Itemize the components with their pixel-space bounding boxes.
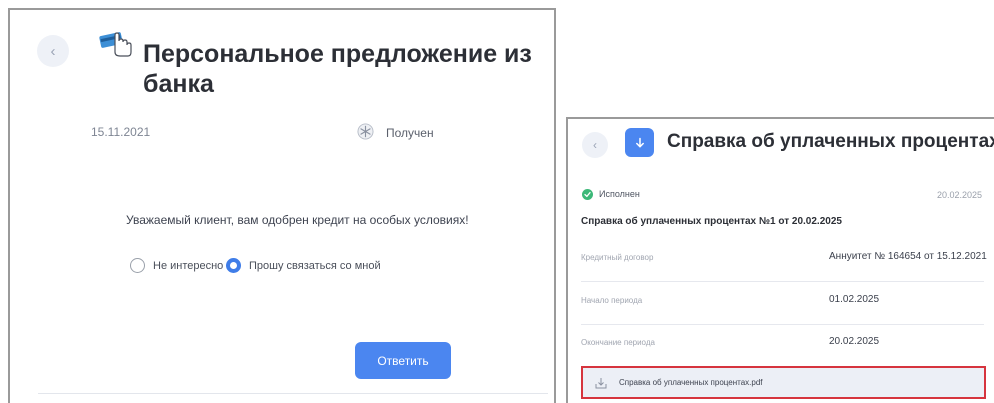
download-tile [625,128,654,157]
hand-card-icon [99,32,132,57]
chevron-left-icon: ‹ [50,42,56,60]
radio-contact-me[interactable] [226,258,241,273]
back-button[interactable]: ‹ [37,35,69,67]
info-row: Кредитный договор Аннуитет № 164654 от 1… [581,240,987,282]
option-label: Прошу связаться со мной [249,259,381,272]
page-title: Справка об уплаченных процентах [667,131,994,152]
info-value: 20.02.2025 [829,336,880,347]
certificate-date: 20.02.2025 [936,190,982,200]
offer-message: Уважаемый клиент, вам одобрен кредит на … [126,213,469,227]
file-name: Справка об уплаченных процентах.pdf [619,378,763,387]
snowflake-status-icon [357,123,374,140]
file-download-link[interactable]: Справка об уплаченных процентах.pdf [581,366,986,399]
option-not-interested[interactable]: Не интересно [130,258,223,273]
radio-not-interested[interactable] [130,258,145,273]
offer-panel: ‹ Персональное предложение из банка 15.1… [8,8,556,403]
offer-date: 15.11.2021 [91,125,151,139]
reply-button[interactable]: Ответить [355,342,451,379]
info-value: 01.02.2025 [829,294,880,305]
page-title: Персональное предложение из банка [143,40,532,98]
info-label: Окончание периода [581,338,655,347]
info-value: Аннуитет № 164654 от 15.12.2021 [829,251,987,262]
option-label: Не интересно [153,259,224,272]
back-button[interactable]: ‹ [582,132,608,158]
option-contact-me[interactable]: Прошу связаться со мной [226,258,381,273]
info-label: Кредитный договор [581,253,654,262]
download-icon [635,137,644,147]
certificate-panel: ‹ Справка об уплаченных процентах Исполн… [566,117,994,403]
info-label: Начало периода [581,296,643,305]
file-download-icon [595,377,607,388]
status-badge: Исполнен [599,189,640,199]
chevron-left-icon: ‹ [593,138,597,152]
divider [38,393,548,394]
check-circle-icon [582,189,593,200]
status-badge: Получен [386,126,434,140]
document-title: Справка об уплаченных процентах №1 от 20… [581,216,842,227]
info-row: Начало периода 01.02.2025 [581,283,984,325]
info-row: Окончание периода 20.02.2025 [581,325,984,367]
